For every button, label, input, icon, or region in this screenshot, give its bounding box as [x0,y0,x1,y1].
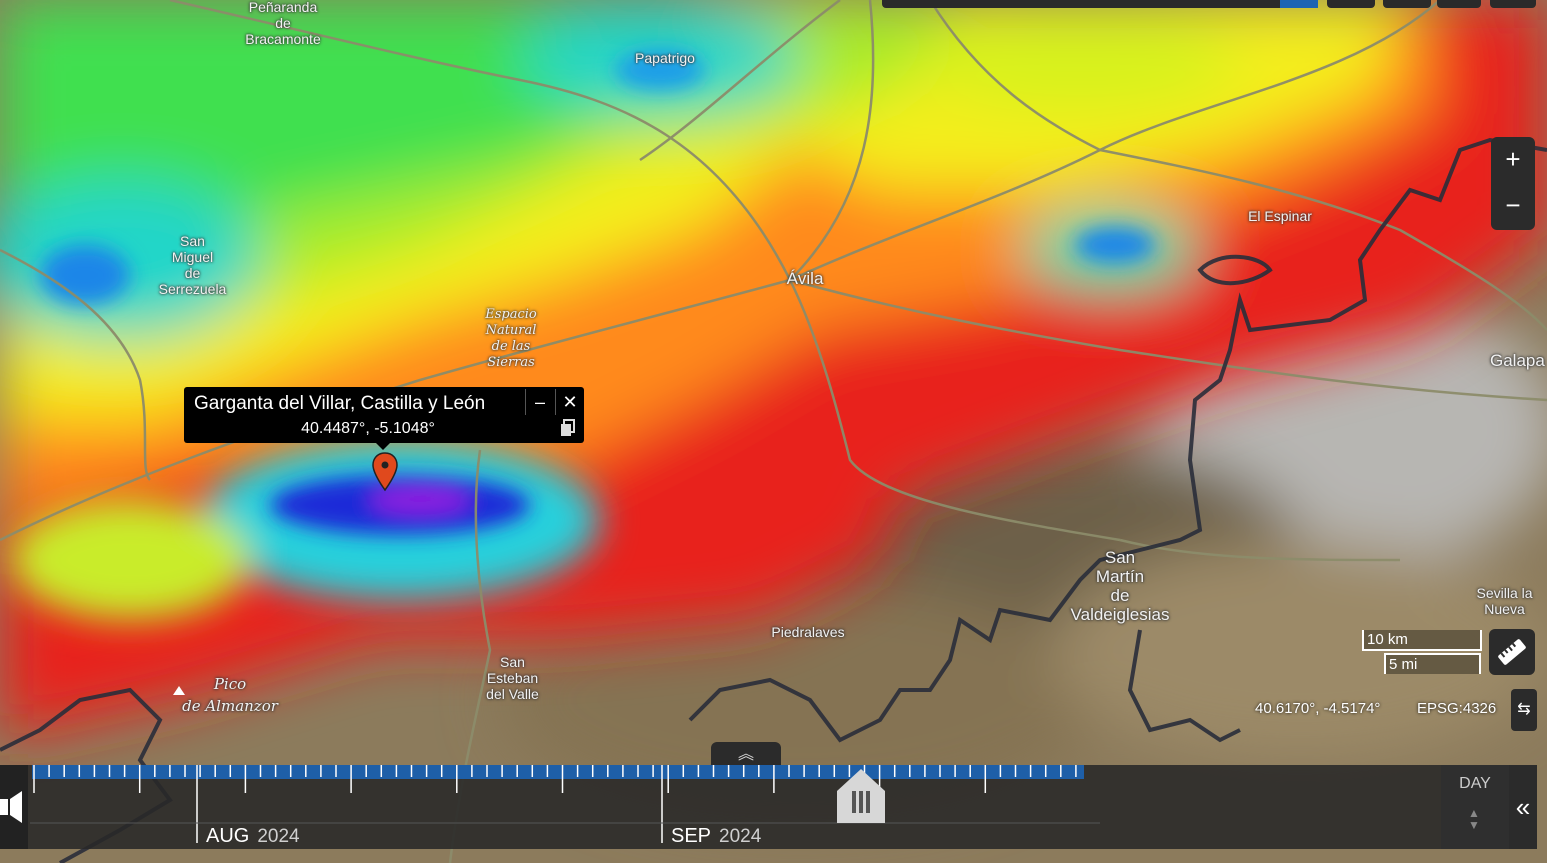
place-label: Sevilla la Nueva [1476,585,1533,617]
ruler-icon[interactable] [1489,629,1535,675]
toolbar-button[interactable] [1383,0,1431,8]
double-chevron-left-icon[interactable]: « [1509,765,1537,849]
play-icon[interactable] [0,765,28,849]
zoom-out-button[interactable]: − [1491,183,1535,229]
cursor-coordinates: 40.6170°, -4.5174° [1255,700,1381,717]
zoom-control: + − [1491,137,1535,230]
scale-km: 10 km [1362,630,1482,651]
place-label: San Martín de Valdeiglesias [1070,548,1170,624]
projection-label: EPSG:4326 [1417,700,1497,717]
place-label: Galapa [1490,351,1545,370]
place-label: Papatrigo [635,50,695,66]
zoom-level-label: DAY [1459,775,1491,792]
timeline-slider-handle[interactable] [833,765,889,825]
place-label: Pico de Almanzor [182,675,278,715]
place-label: San Esteban del Valle [486,654,539,702]
peak-icon [173,686,185,695]
popup-coords: 40.4487°, -5.1048° [301,420,435,437]
place-label: Espacio Natural de las Sierras [485,307,537,370]
location-marker-icon[interactable] [371,452,399,497]
chevron-up-icon[interactable]: ︽ [711,742,781,766]
close-icon[interactable]: ✕ [555,389,584,415]
scale-bar: 10 km 5 mi [1362,630,1482,676]
popup-title: Garganta del Villar, Castilla y León [194,393,486,414]
place-label: Piedralaves [771,624,845,640]
place-label: San Miguel de Serrezuela [158,233,227,297]
place-label: Peñaranda de Bracamonte [245,0,321,47]
month-label: AUG 2024 [206,825,300,847]
updown-arrows-icon[interactable]: ▲ ▼ [1468,807,1480,831]
month-label: SEP 2024 [671,825,762,847]
minimize-icon[interactable]: – [525,389,554,415]
zoom-in-button[interactable]: + [1491,137,1535,183]
copy-icon[interactable] [560,419,576,437]
place-label: El Espinar [1248,208,1312,224]
place-label: Ávila [786,269,824,288]
top-toolbar[interactable] [882,0,1318,8]
timeline-zoom-selector[interactable]: DAY ▲ ▼ [1441,765,1509,849]
swap-projection-icon[interactable]: ⇆ [1511,689,1537,731]
toolbar-button[interactable] [1490,0,1536,8]
scale-mi: 5 mi [1384,653,1481,674]
location-popup: Garganta del Villar, Castilla y León 40.… [184,387,584,450]
toolbar-button[interactable] [1437,0,1481,8]
toolbar-button[interactable] [1327,0,1375,8]
toolbar-accent [1280,0,1318,8]
